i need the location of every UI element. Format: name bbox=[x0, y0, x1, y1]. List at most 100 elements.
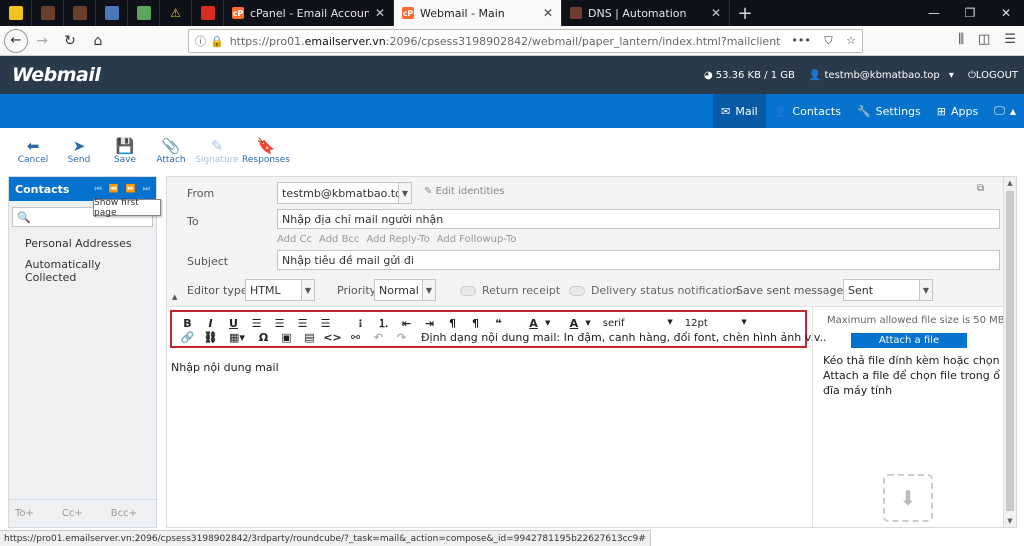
from-select[interactable]: testmb@kbmatbao.top ▼ bbox=[277, 182, 412, 204]
font-size-select[interactable]: 12pt ▼ bbox=[685, 318, 747, 329]
pocket-icon[interactable]: ⛉ bbox=[824, 34, 832, 47]
attach-file-button[interactable]: Attach a file bbox=[851, 333, 967, 348]
ltr-icon[interactable]: ¶ bbox=[441, 317, 464, 330]
close-window-icon[interactable]: ✕ bbox=[988, 0, 1024, 26]
webmail-logo[interactable]: Webmail bbox=[12, 64, 101, 86]
restore-icon[interactable]: ❐ bbox=[952, 0, 988, 26]
text-color-icon[interactable]: A bbox=[522, 317, 545, 330]
attach-button[interactable]: 📎 Attach bbox=[148, 128, 194, 174]
pinned-tab[interactable] bbox=[128, 0, 160, 26]
underline-icon[interactable]: U bbox=[222, 317, 245, 330]
nav-apps[interactable]: ⊞ Apps bbox=[929, 94, 986, 128]
blockquote-icon[interactable]: ❝ bbox=[487, 317, 510, 330]
menu-icon[interactable]: ☰ bbox=[1004, 32, 1016, 47]
italic-icon[interactable]: I bbox=[199, 317, 222, 330]
back-button[interactable]: ← bbox=[4, 28, 28, 53]
cancel-button[interactable]: ⬅ Cancel bbox=[10, 128, 56, 174]
collapse-headers-icon[interactable]: ▲ bbox=[172, 293, 177, 301]
indent-icon[interactable]: ⇥ bbox=[418, 317, 441, 330]
close-tab-icon[interactable]: ✕ bbox=[375, 6, 385, 20]
message-body-editor[interactable]: Nhập nội dung mail bbox=[171, 361, 279, 374]
bold-icon[interactable]: B bbox=[176, 317, 199, 330]
first-page-icon[interactable]: ⏮ bbox=[95, 184, 102, 194]
save-sent-select[interactable]: Sent ▼ bbox=[843, 279, 933, 301]
nav-display-toggle[interactable]: 🖵 ▲ bbox=[986, 94, 1024, 128]
tab-dns[interactable]: DNS | Automation ✕ bbox=[562, 0, 730, 26]
unlink-icon[interactable]: ⛓ bbox=[199, 331, 222, 344]
tab-cpanel[interactable]: cP cPanel - Email Accounts ✕ bbox=[224, 0, 394, 26]
addressbook-personal[interactable]: Personal Addresses bbox=[9, 233, 156, 254]
save-button[interactable]: 💾 Save bbox=[102, 128, 148, 174]
next-page-icon[interactable]: ⏩ bbox=[126, 184, 136, 194]
maximize-icon[interactable]: ⧉ bbox=[977, 183, 984, 194]
last-page-icon[interactable]: ⏭ bbox=[143, 184, 150, 194]
add-bcc-link[interactable]: Add Bcc bbox=[319, 234, 359, 245]
forward-button[interactable]: → bbox=[28, 29, 56, 53]
info-icon[interactable]: ⓘ bbox=[195, 33, 206, 49]
media-icon[interactable]: ▤ bbox=[298, 331, 321, 344]
add-reply-to-link[interactable]: Add Reply-To bbox=[366, 234, 429, 245]
add-bcc-button[interactable]: Bcc+ bbox=[111, 508, 137, 519]
background-color-icon[interactable]: A bbox=[562, 317, 585, 330]
scroll-down-icon[interactable]: ▼ bbox=[1004, 517, 1016, 525]
pinned-tab[interactable] bbox=[0, 0, 32, 26]
library-icon[interactable]: ⫼ bbox=[958, 32, 964, 47]
tab-webmail[interactable]: cP Webmail - Main ✕ bbox=[394, 0, 562, 26]
outdent-icon[interactable]: ⇤ bbox=[395, 317, 418, 330]
add-to-button[interactable]: To+ bbox=[15, 508, 34, 519]
add-followup-to-link[interactable]: Add Followup-To bbox=[437, 234, 517, 245]
home-button[interactable]: ⌂ bbox=[84, 29, 112, 53]
link-icon[interactable]: 🔗 bbox=[176, 331, 199, 344]
pinned-tab[interactable] bbox=[96, 0, 128, 26]
priority-select[interactable]: Normal ▼ bbox=[374, 279, 436, 301]
pinned-tab[interactable] bbox=[192, 0, 224, 26]
drop-zone[interactable]: ⬇ bbox=[883, 474, 933, 522]
image-icon[interactable]: ▣ bbox=[275, 331, 298, 344]
addressbook-collected[interactable]: Automatically Collected bbox=[9, 254, 156, 288]
responses-button[interactable]: 🔖 Responses bbox=[240, 128, 292, 174]
close-tab-icon[interactable]: ✕ bbox=[543, 6, 553, 20]
add-cc-link[interactable]: Add Cc bbox=[277, 234, 312, 245]
numbered-list-icon[interactable]: ⒈ bbox=[372, 315, 395, 331]
edit-identities-link[interactable]: ✎ Edit identities bbox=[424, 186, 505, 197]
align-right-icon[interactable]: ☰ bbox=[291, 317, 314, 330]
logout-button[interactable]: ⏻LOGOUT bbox=[968, 70, 1018, 81]
pinned-tab[interactable]: ⚠ bbox=[160, 0, 192, 26]
table-icon[interactable]: ▦▾ bbox=[222, 331, 252, 344]
redo-icon[interactable]: ↷ bbox=[390, 331, 413, 344]
rtl-icon[interactable]: ¶ bbox=[464, 317, 487, 330]
prev-page-icon[interactable]: ⏪ bbox=[109, 184, 119, 194]
scroll-up-icon[interactable]: ▲ bbox=[1004, 179, 1016, 187]
compose-scrollbar[interactable]: ▲ ▼ bbox=[1003, 177, 1016, 527]
user-menu[interactable]: 👤 testmb@kbmatbao.top ▾ bbox=[809, 70, 954, 81]
reload-button[interactable]: ↻ bbox=[56, 29, 84, 53]
pinned-tab[interactable] bbox=[32, 0, 64, 26]
add-cc-button[interactable]: Cc+ bbox=[62, 508, 83, 519]
bullet-list-icon[interactable]: ⁝ bbox=[349, 317, 372, 330]
nav-settings[interactable]: 🔧 Settings bbox=[849, 94, 929, 128]
find-replace-icon[interactable]: ⚯ bbox=[344, 331, 367, 344]
close-tab-icon[interactable]: ✕ bbox=[711, 6, 721, 20]
source-code-icon[interactable]: <> bbox=[321, 331, 344, 344]
to-input[interactable]: Nhập địa chỉ mail người nhận bbox=[277, 209, 1000, 229]
nav-mail[interactable]: ✉ Mail bbox=[713, 94, 766, 128]
scrollbar-thumb[interactable] bbox=[1006, 191, 1014, 511]
return-receipt-option[interactable]: Return receipt bbox=[460, 284, 560, 297]
bookmark-star-icon[interactable]: ☆ bbox=[846, 34, 856, 47]
minimize-icon[interactable]: — bbox=[916, 0, 952, 26]
pinned-tab[interactable] bbox=[64, 0, 96, 26]
return-receipt-toggle[interactable] bbox=[460, 286, 476, 296]
editor-type-select[interactable]: HTML ▼ bbox=[245, 279, 315, 301]
special-char-icon[interactable]: Ω bbox=[252, 331, 275, 344]
caret-down-icon[interactable]: ▼ bbox=[585, 319, 590, 327]
sidebar-icon[interactable]: ◫ bbox=[978, 32, 990, 47]
align-justify-icon[interactable]: ☰ bbox=[314, 317, 337, 330]
font-family-select[interactable]: serif ▼ bbox=[603, 318, 673, 329]
delivery-status-option[interactable]: Delivery status notification bbox=[569, 284, 739, 297]
delivery-status-toggle[interactable] bbox=[569, 286, 585, 296]
align-left-icon[interactable]: ☰ bbox=[245, 317, 268, 330]
new-tab-button[interactable]: + bbox=[730, 0, 760, 26]
send-button[interactable]: ➤ Send bbox=[56, 128, 102, 174]
signature-button[interactable]: ✎ Signature bbox=[194, 128, 240, 174]
more-icon[interactable]: ••• bbox=[791, 34, 810, 47]
